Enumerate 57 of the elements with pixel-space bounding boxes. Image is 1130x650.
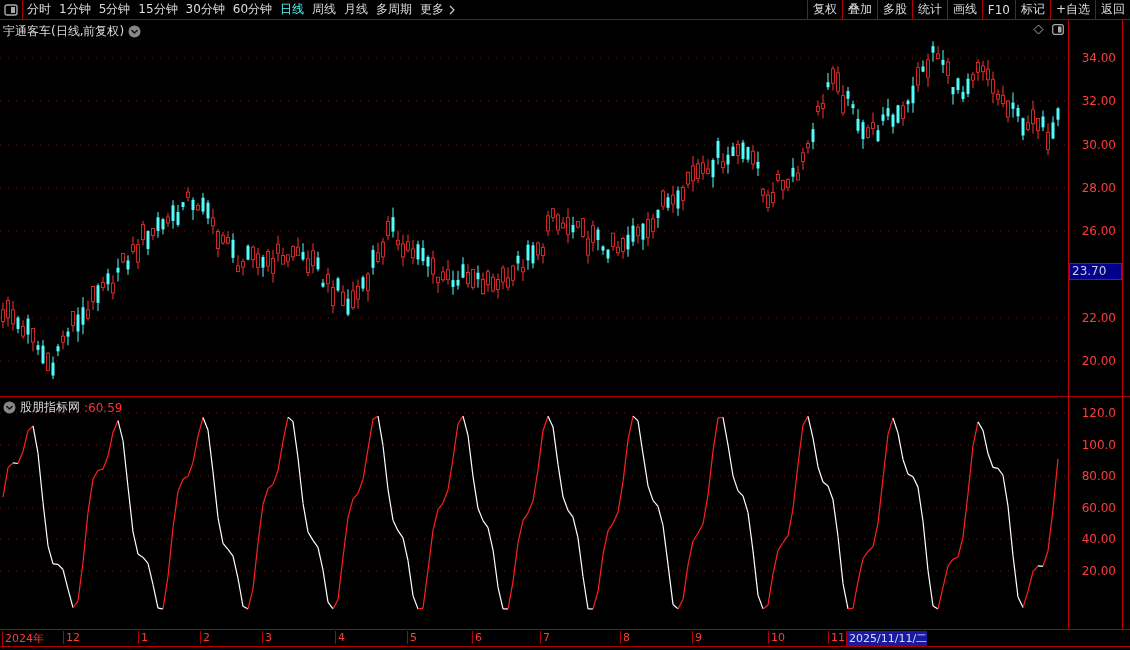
chart-title: 宇通客车(日线,前复权) bbox=[3, 23, 125, 40]
period-tab[interactable]: 60分钟 bbox=[228, 0, 277, 19]
panel-toggle-icon[interactable] bbox=[1052, 24, 1064, 35]
toolbar-button[interactable]: +自选 bbox=[1049, 0, 1095, 19]
toolbar-button[interactable]: 多股 bbox=[876, 0, 912, 19]
period-tab[interactable]: 1分钟 bbox=[55, 0, 95, 19]
date-label: 2024年 bbox=[2, 631, 44, 646]
cursor-date: 2025/11/11/二 bbox=[846, 631, 928, 646]
axis-tick-label: 100.0 bbox=[1081, 438, 1116, 452]
date-label: 11 bbox=[828, 631, 845, 644]
toolbar-button[interactable]: F10 bbox=[981, 0, 1015, 19]
date-label: 10 bbox=[768, 631, 785, 644]
axis-tick-label: 30.00 bbox=[1081, 138, 1116, 152]
axis-tick-label: 120.0 bbox=[1081, 406, 1116, 420]
axis-tick-label: 22.00 bbox=[1081, 311, 1116, 325]
date-label: 12 bbox=[63, 631, 80, 644]
dropdown-icon[interactable] bbox=[3, 401, 16, 414]
date-label: 4 bbox=[335, 631, 345, 644]
period-tab[interactable]: 日线 bbox=[276, 0, 309, 19]
price-tag: 23.70 bbox=[1069, 263, 1122, 280]
axis-tick-label: 32.00 bbox=[1081, 94, 1116, 108]
axis-tick-label: 60.00 bbox=[1081, 501, 1116, 515]
date-label: 3 bbox=[262, 631, 272, 644]
axis-tick-label: 80.00 bbox=[1081, 469, 1116, 483]
toolbar-button[interactable]: 画线 bbox=[946, 0, 982, 19]
axis-tick-label: 20.00 bbox=[1081, 564, 1116, 578]
panel-toggle-icon[interactable] bbox=[4, 3, 18, 16]
date-label: 7 bbox=[540, 631, 550, 644]
date-label: 5 bbox=[407, 631, 417, 644]
axis-tick-label: 20.00 bbox=[1081, 354, 1116, 368]
period-tab[interactable]: 分时 bbox=[23, 0, 55, 19]
date-label: 9 bbox=[692, 631, 702, 644]
toolbar-button[interactable]: 标记 bbox=[1014, 0, 1050, 19]
period-tab[interactable]: 30分钟 bbox=[181, 0, 229, 19]
axis-tick-label: 26.00 bbox=[1081, 224, 1116, 238]
date-label: 6 bbox=[472, 631, 482, 644]
toolbar-button[interactable]: 返回 bbox=[1095, 0, 1130, 19]
date-label: 2 bbox=[200, 631, 210, 644]
dropdown-icon[interactable] bbox=[128, 25, 142, 38]
period-tab[interactable]: 5分钟 bbox=[94, 0, 135, 19]
indicator-value: :60.59 bbox=[84, 400, 123, 415]
axis-tick-label: 40.00 bbox=[1081, 532, 1116, 546]
indicator-name: 股朋指标网 bbox=[20, 399, 80, 416]
period-tab[interactable]: 月线 bbox=[340, 0, 373, 19]
toolbar-button[interactable]: 统计 bbox=[911, 0, 947, 19]
axis-tick-label: 28.00 bbox=[1081, 181, 1116, 195]
period-tab[interactable]: 15分钟 bbox=[134, 0, 182, 19]
date-label: 1 bbox=[138, 631, 148, 644]
diamond-icon[interactable] bbox=[1033, 24, 1044, 35]
date-label: 8 bbox=[620, 631, 630, 644]
chevron-right-icon[interactable] bbox=[449, 4, 456, 15]
period-tab[interactable]: 周线 bbox=[308, 0, 341, 19]
period-tab[interactable]: 多周期 bbox=[372, 0, 417, 19]
period-tab[interactable]: 更多 bbox=[416, 0, 449, 19]
toolbar-button[interactable]: 叠加 bbox=[841, 0, 877, 19]
toolbar-button[interactable]: 复权 bbox=[806, 0, 842, 19]
axis-tick-label: 34.00 bbox=[1081, 51, 1116, 65]
